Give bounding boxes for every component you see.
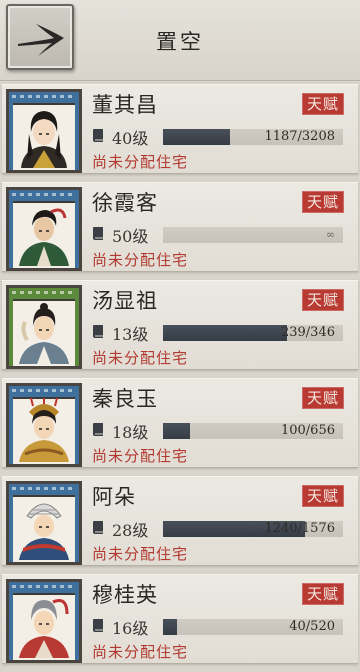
exp-bar-fill: [163, 423, 190, 439]
character-name: 阿朵: [92, 485, 136, 509]
character-card[interactable]: 徐霞客 天赋 50级 ∞ 尚未分配住宅: [2, 182, 358, 272]
character-portrait: [6, 89, 82, 173]
top-bar: 置空: [0, 0, 360, 81]
exp-bar: 100/656: [163, 423, 343, 439]
talent-button[interactable]: 天赋: [302, 93, 344, 115]
character-name: 穆桂英: [92, 583, 158, 607]
page-title: 置空: [156, 30, 204, 54]
exp-text: 1240/1576: [264, 521, 335, 536]
book-icon: [93, 227, 103, 240]
character-card[interactable]: 董其昌 天赋 40级 1187/3208 尚未分配住宅: [2, 84, 358, 174]
exp-text: 1187/3208: [264, 129, 335, 144]
exp-bar: 1187/3208: [163, 129, 343, 145]
character-portrait: [6, 383, 82, 467]
character-name: 徐霞客: [92, 191, 158, 215]
talent-button[interactable]: 天赋: [302, 583, 344, 605]
book-icon: [93, 619, 103, 632]
level-label: 28级: [112, 521, 149, 540]
character-card[interactable]: 阿朵 天赋 28级 1240/1576 尚未分配住宅: [2, 476, 358, 566]
book-icon: [93, 325, 103, 338]
character-name: 秦良玉: [92, 387, 158, 411]
residence-status: 尚未分配住宅: [92, 643, 189, 661]
character-portrait: [6, 285, 82, 369]
exp-bar: 1240/1576: [163, 521, 343, 537]
level-label: 40级: [112, 129, 149, 148]
character-card[interactable]: 汤显祖 天赋 13级 239/346 尚未分配住宅: [2, 280, 358, 370]
residence-status: 尚未分配住宅: [92, 545, 189, 563]
level-label: 18级: [112, 423, 149, 442]
level-label: 13级: [112, 325, 149, 344]
talent-button[interactable]: 天赋: [302, 387, 344, 409]
exp-bar: ∞: [163, 227, 343, 243]
exp-bar-fill: [163, 619, 178, 635]
residence-status: 尚未分配住宅: [92, 349, 189, 367]
book-icon: [93, 423, 103, 436]
exp-bar-fill: [163, 325, 288, 341]
talent-button[interactable]: 天赋: [302, 289, 344, 311]
character-portrait: [6, 579, 82, 663]
exp-bar-fill: [163, 129, 230, 145]
talent-button[interactable]: 天赋: [302, 191, 344, 213]
character-portrait: [6, 481, 82, 565]
book-icon: [93, 521, 103, 534]
character-card[interactable]: 穆桂英 天赋 16级 40/520 尚未分配住宅: [2, 574, 358, 664]
level-label: 16级: [112, 619, 149, 638]
level-label: 50级: [112, 227, 149, 246]
talent-button[interactable]: 天赋: [302, 485, 344, 507]
residence-status: 尚未分配住宅: [92, 447, 189, 465]
residence-status: 尚未分配住宅: [92, 153, 189, 171]
character-name: 董其昌: [92, 93, 158, 117]
exp-text: ∞: [325, 228, 335, 241]
book-icon: [93, 129, 103, 142]
exp-text: 40/520: [289, 619, 335, 634]
exp-bar: 40/520: [163, 619, 343, 635]
exp-bar: 239/346: [163, 325, 343, 341]
residence-status: 尚未分配住宅: [92, 251, 189, 269]
exp-text: 239/346: [280, 325, 335, 340]
character-card[interactable]: 秦良玉 天赋 18级 100/656 尚未分配住宅: [2, 378, 358, 468]
character-name: 汤显祖: [92, 289, 158, 313]
character-portrait: [6, 187, 82, 271]
exp-text: 100/656: [280, 423, 335, 438]
character-list: 董其昌 天赋 40级 1187/3208 尚未分配住宅 徐霞客 天赋 50级 ∞…: [0, 84, 360, 672]
